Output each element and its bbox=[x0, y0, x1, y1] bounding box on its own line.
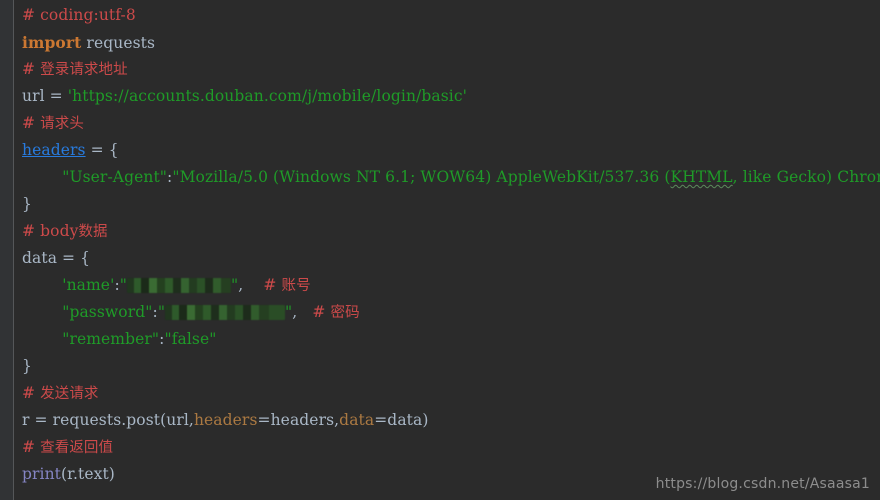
code-line-2: import requests bbox=[22, 29, 155, 56]
comment-view-response-cjk: 查看返回值 bbox=[40, 440, 114, 456]
value-user-agent-part1: "Mozilla/5.0 (Windows NT 6.1; WOW64) App… bbox=[172, 168, 671, 186]
key-password: "password" bbox=[22, 303, 153, 321]
code-line-12: "password":" ", # 密码 bbox=[22, 299, 360, 326]
comment-hash: # bbox=[22, 384, 41, 402]
value-remember: "false" bbox=[164, 330, 217, 348]
var-url-assign: url = bbox=[22, 87, 68, 105]
comment-hash: # bbox=[22, 438, 41, 456]
code-surface[interactable]: # coding:utf-8 import requests # 登录请求地址 … bbox=[14, 0, 880, 500]
redacted-name-value bbox=[127, 278, 231, 293]
comment-hash: # bbox=[22, 114, 41, 132]
spellcheck-khtml: KHTML bbox=[670, 168, 733, 186]
comment-account-cjk: 账号 bbox=[281, 278, 311, 294]
comment-coding: # coding:utf-8 bbox=[22, 6, 136, 24]
quote-open: " bbox=[157, 303, 166, 321]
code-line-10: data = { bbox=[22, 245, 90, 272]
dict-open-brace: = { bbox=[85, 141, 119, 159]
code-line-18: print(r.text) bbox=[22, 461, 115, 488]
code-line-16: r = requests.post(url,headers=headers,da… bbox=[22, 407, 429, 434]
comment-headers-cjk: 请求头 bbox=[40, 116, 84, 132]
comment-body-cjk: 数据 bbox=[78, 224, 108, 240]
code-line-14: } bbox=[22, 353, 32, 380]
code-line-1: # coding:utf-8 bbox=[22, 2, 136, 29]
code-editor-screenshot: # coding:utf-8 import requests # 登录请求地址 … bbox=[0, 0, 880, 500]
quote-open: " bbox=[119, 276, 127, 294]
code-line-4: url = 'https://accounts.douban.com/j/mob… bbox=[22, 83, 467, 110]
code-line-6: headers = { bbox=[22, 137, 119, 164]
value-user-agent-part2: , like Gecko) Chrome/75.0 bbox=[732, 168, 880, 186]
kwarg-data-value: =data) bbox=[374, 411, 429, 429]
watermark-blog-url: https://blog.csdn.net/Asaasa1 bbox=[655, 476, 870, 492]
code-line-13: "remember":"false" bbox=[22, 326, 217, 353]
code-line-15: # 发送请求 bbox=[22, 380, 99, 407]
comment-password-cjk: 密码 bbox=[330, 305, 360, 321]
keyword-import: import bbox=[22, 33, 82, 52]
call-requests-post: r = requests.post(url, bbox=[22, 411, 194, 429]
comment-body: # body bbox=[22, 222, 79, 240]
code-line-11: 'name':" ", # 账号 bbox=[22, 272, 311, 299]
comment-login-url-cjk: 登录请求地址 bbox=[40, 62, 128, 78]
kwarg-headers-value: =headers, bbox=[257, 411, 340, 429]
dict-close-brace: } bbox=[22, 357, 32, 375]
key-user-agent: "User-Agent" bbox=[22, 168, 168, 186]
key-remember: "remember" bbox=[22, 330, 160, 348]
comment-hash: # bbox=[22, 60, 41, 78]
comment-send-request-cjk: 发送请求 bbox=[40, 386, 99, 402]
builtin-print: print bbox=[22, 465, 62, 483]
var-data-assign: data = { bbox=[22, 249, 91, 267]
comment-hash: # bbox=[243, 276, 282, 294]
code-line-8: } bbox=[22, 191, 32, 218]
redacted-password-value bbox=[165, 305, 286, 320]
comment-hash: # bbox=[297, 303, 331, 321]
var-headers: headers bbox=[22, 141, 86, 159]
editor-gutter bbox=[0, 0, 13, 500]
kwarg-data: data bbox=[339, 411, 375, 429]
code-line-5: # 请求头 bbox=[22, 110, 84, 137]
string-login-url: 'https://accounts.douban.com/j/mobile/lo… bbox=[67, 87, 467, 105]
key-name: 'name' bbox=[22, 276, 115, 294]
kwarg-headers: headers bbox=[193, 411, 258, 429]
module-requests: requests bbox=[81, 34, 156, 52]
code-line-17: # 查看返回值 bbox=[22, 434, 113, 461]
code-line-3: # 登录请求地址 bbox=[22, 56, 128, 83]
code-line-7: "User-Agent":"Mozilla/5.0 (Windows NT 6.… bbox=[22, 164, 880, 191]
print-argument: (r.text) bbox=[61, 465, 115, 483]
dict-close-brace: } bbox=[22, 195, 32, 213]
code-line-9: # body数据 bbox=[22, 218, 108, 245]
